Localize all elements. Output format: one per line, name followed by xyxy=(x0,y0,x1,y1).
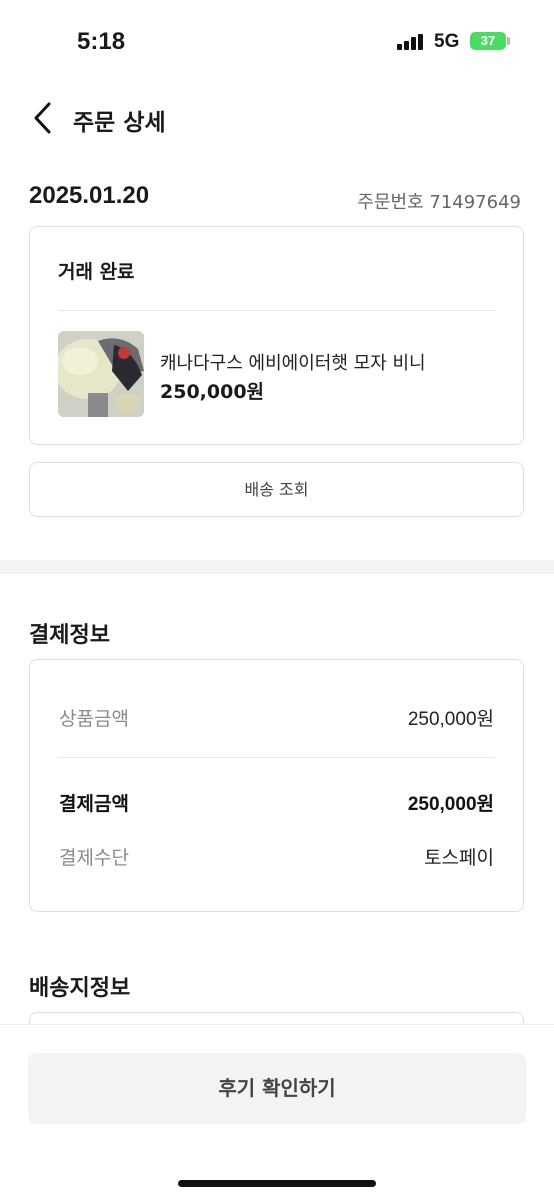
divider xyxy=(58,310,495,311)
payment-label-product-amount: 상품금액 xyxy=(59,708,129,730)
track-shipping-button[interactable]: 배송 조회 xyxy=(29,462,524,517)
product-price: 250,000원 xyxy=(160,381,265,403)
payment-label-total: 결제금액 xyxy=(59,793,129,815)
payment-value-total: 250,000원 xyxy=(407,794,494,815)
status-bar: 5:18 5G 37 xyxy=(0,0,554,80)
home-indicator[interactable] xyxy=(178,1180,376,1187)
battery-tip xyxy=(507,37,510,45)
payment-section-title: 결제정보 xyxy=(29,623,110,648)
chevron-left-icon[interactable] xyxy=(28,100,60,136)
signal-icon xyxy=(397,34,423,50)
payment-value-method: 토스페이 xyxy=(424,848,494,869)
payment-value-product-amount: 250,000원 xyxy=(407,709,494,730)
product-name[interactable]: 캐나다구스 에비에이터햇 모자 비니 xyxy=(160,349,426,375)
battery-icon: 37 xyxy=(470,32,506,50)
payment-label-method: 결제수단 xyxy=(59,847,129,869)
status-time: 5:18 xyxy=(77,28,126,55)
product-thumbnail[interactable] xyxy=(58,331,144,417)
delivery-section-title: 배송지정보 xyxy=(29,976,131,1001)
order-date: 2025.01.20 xyxy=(29,182,150,209)
product-image xyxy=(58,331,144,417)
section-separator xyxy=(0,560,554,574)
order-card: 거래 완료 캐나다구스 에비에이터햇 모자 비니 250,000원 xyxy=(29,226,524,445)
payment-card: 상품금액 250,000원 결제금액 250,000원 결제수단 토스페이 xyxy=(29,659,524,912)
order-status: 거래 완료 xyxy=(58,261,135,283)
page-title: 주문 상세 xyxy=(73,110,166,136)
network-label: 5G xyxy=(434,31,460,52)
order-number: 주문번호 71497649 xyxy=(357,192,521,213)
view-review-button[interactable]: 후기 확인하기 xyxy=(28,1053,526,1124)
divider xyxy=(58,757,495,758)
